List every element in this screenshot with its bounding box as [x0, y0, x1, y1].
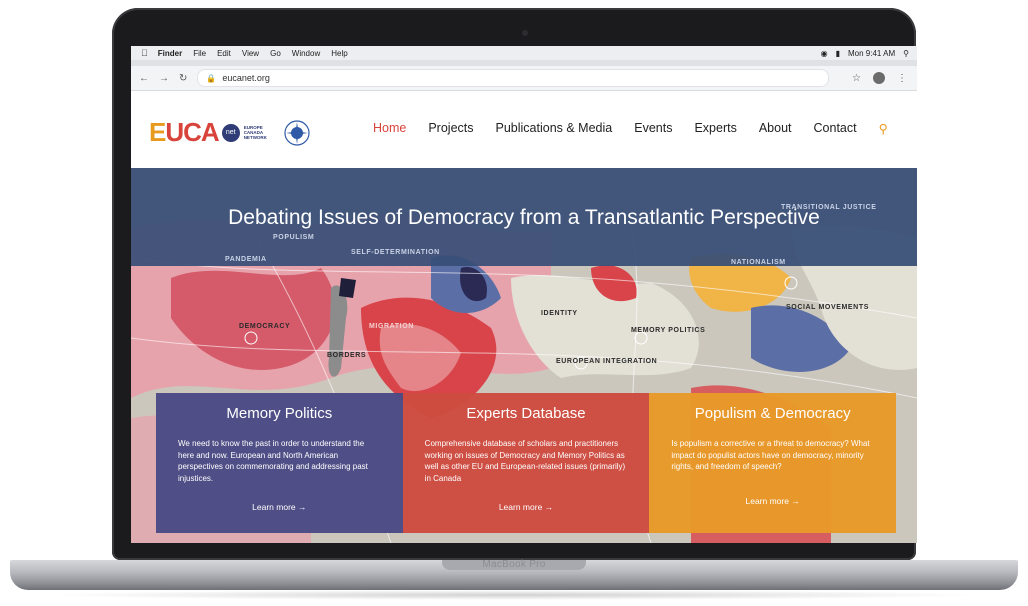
camera-dot — [522, 30, 528, 36]
partner-seal-icon — [284, 119, 310, 146]
screen:  Finder File Edit View Go Window Help ◉… — [131, 46, 917, 543]
logo-tagline: EUROPE CANADA NETWORK — [243, 125, 267, 140]
reload-icon[interactable]: ↻ — [179, 73, 187, 84]
learn-more-link[interactable]: Learn more → — [649, 496, 896, 506]
menu-file[interactable]: File — [193, 49, 206, 58]
browser-toolbar: ← → ↻ 🔒 eucanet.org ☆ ⋮ — [131, 66, 917, 91]
nav-projects[interactable]: Projects — [428, 121, 473, 136]
nav-experts[interactable]: Experts — [694, 121, 736, 136]
map-label-transitional-justice: TRANSITIONAL JUSTICE — [781, 204, 877, 211]
map-label-identity: IDENTITY — [541, 310, 578, 317]
card-memory-politics[interactable]: Memory Politics We need to know the past… — [156, 393, 403, 533]
battery-icon[interactable]: ▮ — [836, 49, 840, 58]
arrow-circle-icon: → — [791, 496, 800, 506]
menubar-status: ◉ ▮ Mon 9:41 AM ⚲ — [821, 49, 909, 58]
menu-help[interactable]: Help — [331, 49, 347, 58]
apple-icon[interactable]:  — [141, 48, 148, 58]
card-title: Experts Database — [466, 405, 586, 422]
map-label-populism: POPULISM — [273, 234, 315, 241]
nav-contact[interactable]: Contact — [814, 121, 857, 136]
nav-events[interactable]: Events — [634, 121, 672, 136]
main-nav: Home Projects Publications & Media Event… — [373, 121, 888, 136]
map-label-nationalism: NATIONALISM — [731, 259, 786, 266]
map-label-social-movements: SOCIAL MOVEMENTS — [786, 304, 869, 311]
map-label-pandemia: PANDEMIA — [225, 256, 267, 263]
map-label-memory-politics: MEMORY POLITICS — [631, 327, 706, 334]
nav-about[interactable]: About — [759, 121, 792, 136]
hero: Debating Issues of Democracy from a Tran… — [131, 168, 917, 543]
device-label: MacBook Pro — [482, 559, 546, 570]
site-logo[interactable]: EUCA net EUROPE CANADA NETWORK — [149, 117, 310, 148]
lock-icon: 🔒 — [206, 73, 217, 83]
card-body: We need to know the past in order to und… — [178, 439, 368, 483]
url-text: eucanet.org — [222, 73, 270, 83]
logo-net-badge: net — [221, 123, 240, 142]
logo-wordmark: EUCA — [149, 117, 220, 147]
card-body: Is populism a corrective or a threat to … — [671, 439, 870, 471]
laptop-shadow — [40, 590, 988, 600]
back-icon[interactable]: ← — [139, 73, 149, 84]
mac-menubar:  Finder File Edit View Go Window Help ◉… — [131, 46, 917, 60]
card-populism-democracy[interactable]: Populism & Democracy Is populism a corre… — [649, 393, 897, 533]
profile-avatar[interactable] — [873, 72, 885, 84]
menu-edit[interactable]: Edit — [217, 49, 231, 58]
arrow-circle-icon: → — [544, 502, 554, 512]
learn-more-link[interactable]: Learn more → — [156, 502, 403, 512]
map-label-democracy: DEMOCRACY — [239, 323, 291, 330]
nav-publications-media[interactable]: Publications & Media — [496, 121, 613, 136]
search-icon[interactable]: ⚲ — [879, 121, 888, 136]
nav-home[interactable]: Home — [373, 121, 406, 136]
bookmark-star-icon[interactable]: ☆ — [852, 73, 861, 84]
map-label-migration: MIGRATION — [369, 323, 414, 330]
address-bar[interactable]: 🔒 eucanet.org — [197, 69, 830, 87]
feature-cards: Memory Politics We need to know the past… — [156, 393, 897, 533]
menu-window[interactable]: Window — [292, 49, 320, 58]
card-experts-database[interactable]: Experts Database Comprehensive database … — [402, 393, 650, 533]
card-title: Populism & Democracy — [694, 405, 851, 422]
site-header: EUCA net EUROPE CANADA NETWORK Home Proj… — [131, 91, 917, 168]
arrow-circle-icon: → — [298, 502, 307, 512]
clock[interactable]: Mon 9:41 AM — [848, 49, 895, 58]
menu-go[interactable]: Go — [270, 49, 281, 58]
map-label-self-determination: SELF-DETERMINATION — [351, 249, 440, 256]
map-label-european-integration: EUROPEAN INTEGRATION — [556, 358, 658, 365]
card-body: Comprehensive database of scholars and p… — [424, 439, 626, 483]
menu-finder[interactable]: Finder — [158, 49, 182, 58]
wifi-icon[interactable]: ◉ — [821, 49, 828, 58]
menu-kebab-icon[interactable]: ⋮ — [897, 73, 907, 84]
menu-view[interactable]: View — [242, 49, 259, 58]
card-title: Memory Politics — [226, 405, 333, 422]
map-label-borders: BORDERS — [327, 352, 367, 359]
forward-icon[interactable]: → — [159, 73, 169, 84]
learn-more-link[interactable]: Learn more → — [403, 502, 650, 512]
spotlight-icon[interactable]: ⚲ — [903, 49, 909, 58]
